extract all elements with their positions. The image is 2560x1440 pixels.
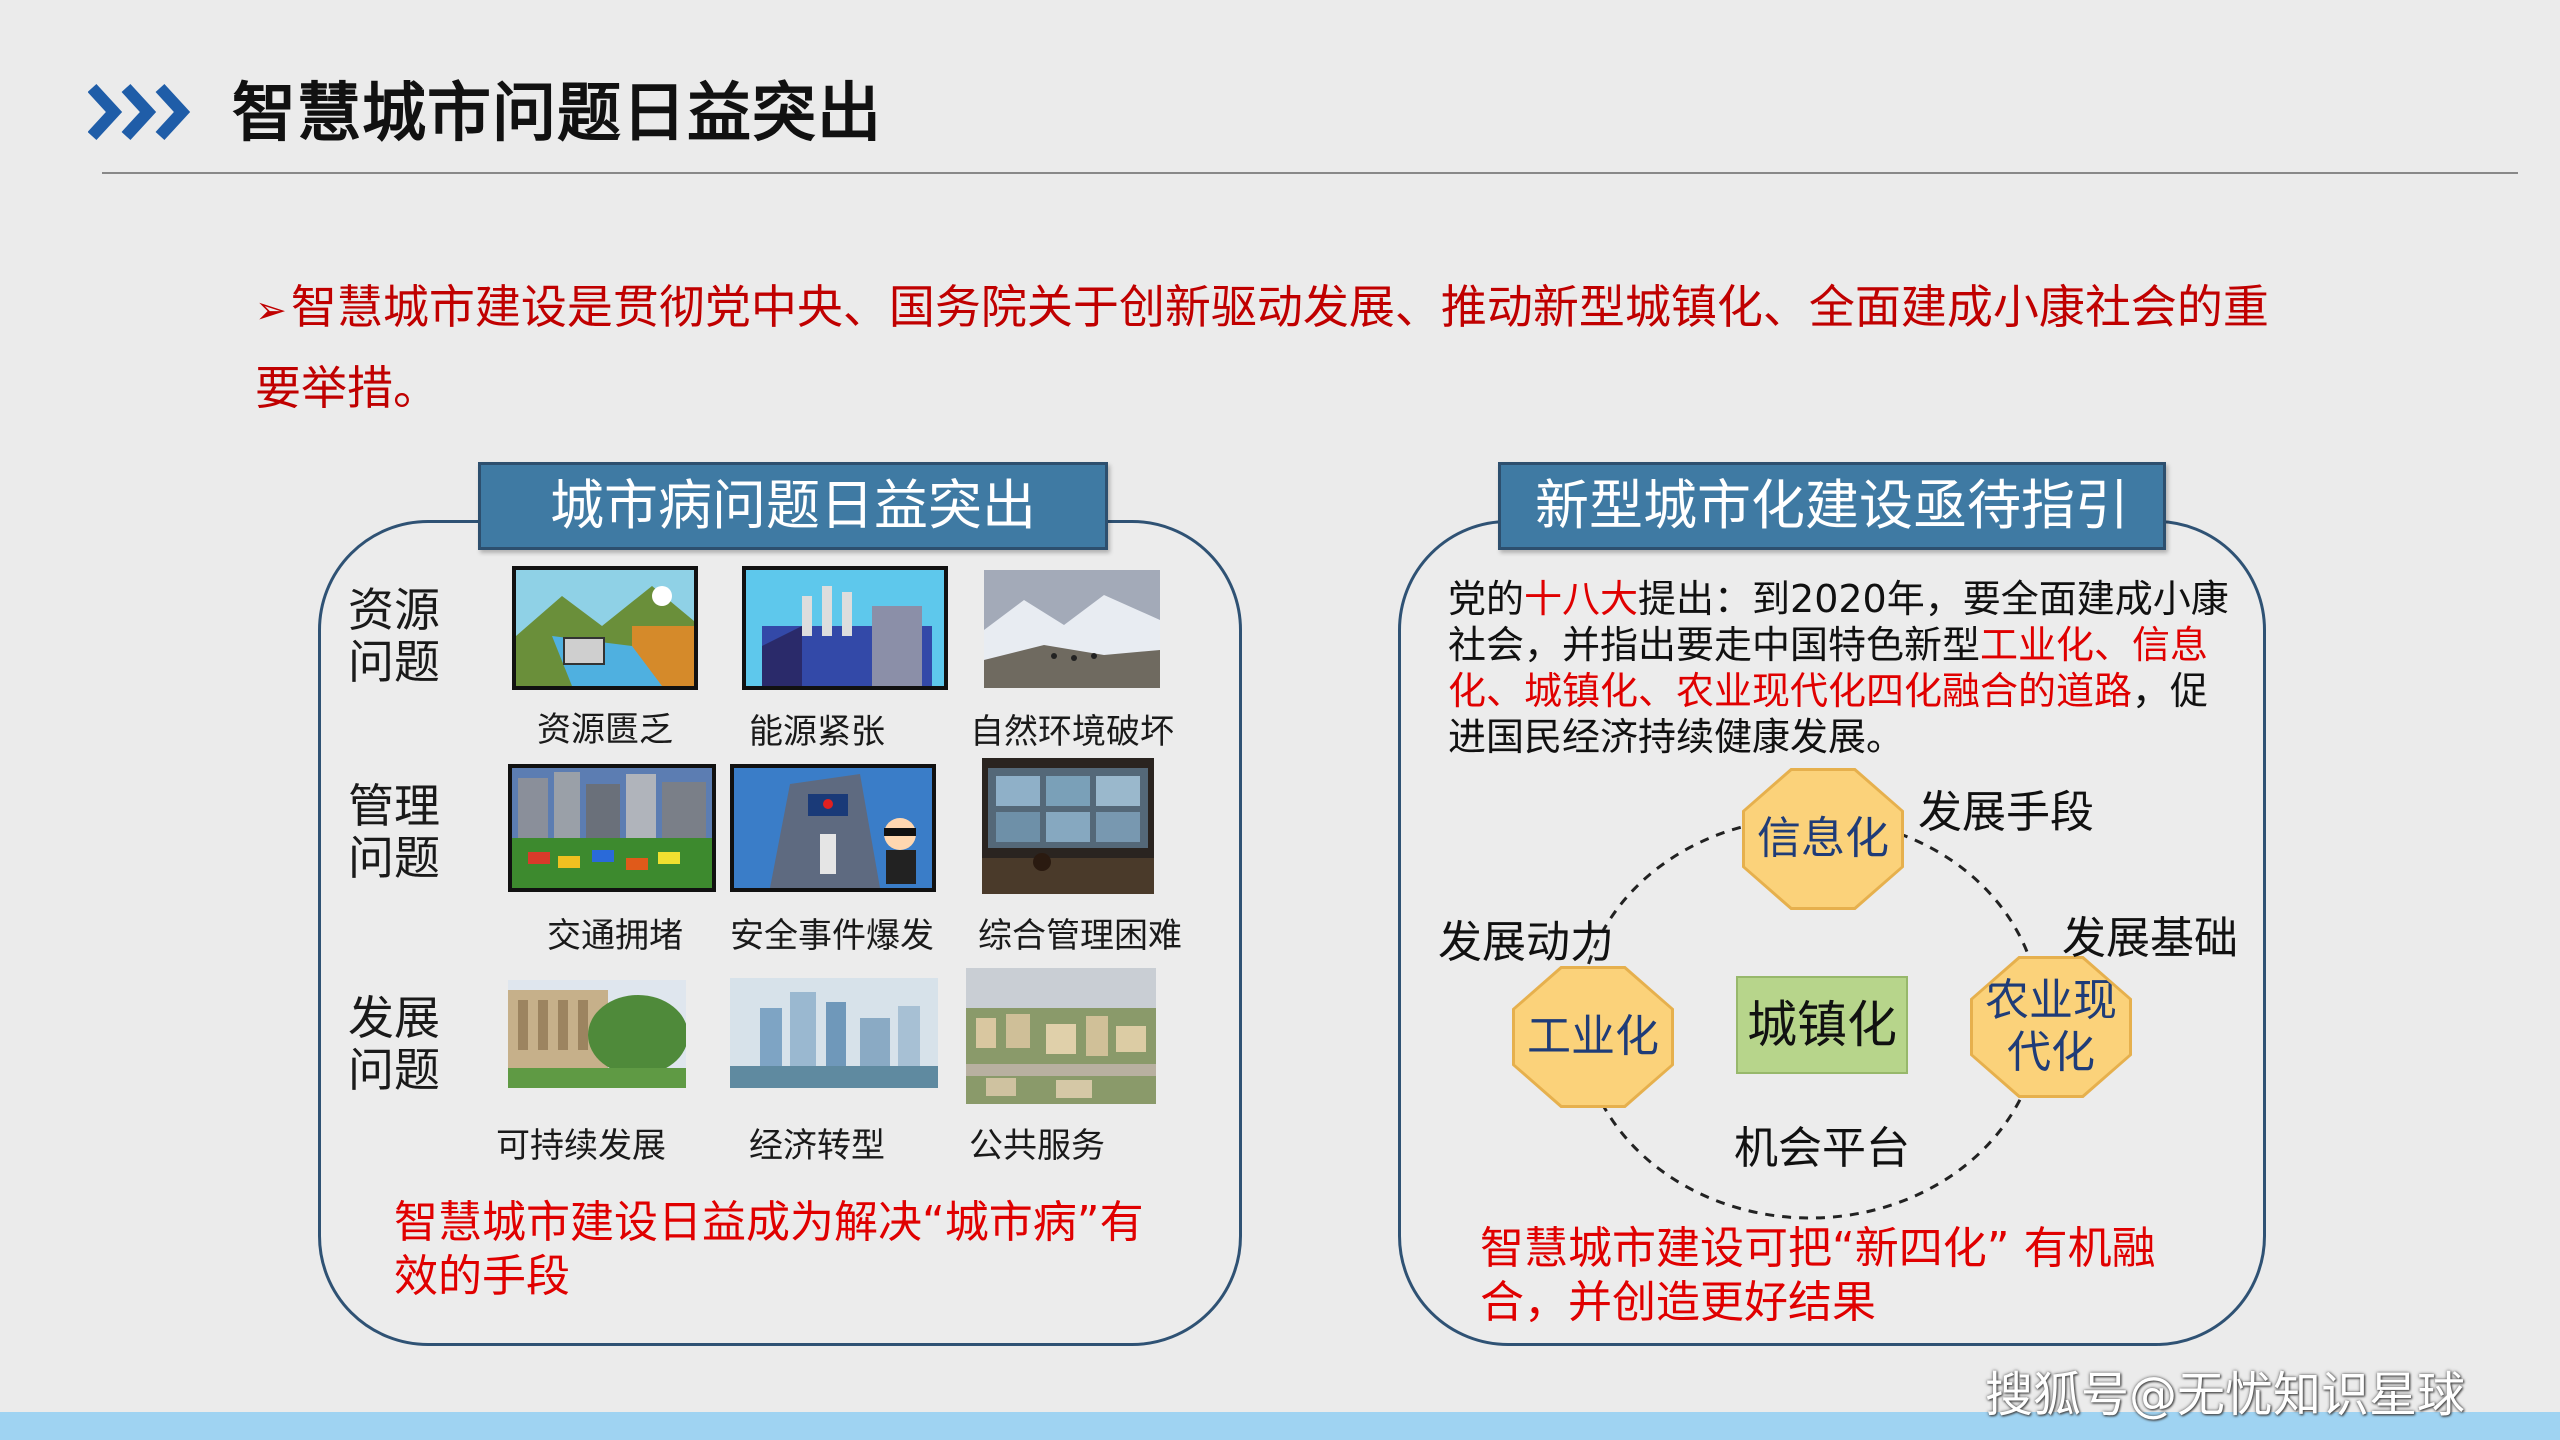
energy-shortage-image <box>742 566 948 690</box>
resource-shortage-image <box>512 566 698 690</box>
caption-management-difficulty: 综合管理困难 <box>978 916 1182 956</box>
node-urbanization: 城镇化 <box>1736 976 1908 1074</box>
chevrons-icon <box>88 83 191 141</box>
label-opportunity-platform: 机会平台 <box>1734 1123 1910 1174</box>
bullet-arrow-icon: ➢ <box>255 288 287 332</box>
security-incident-image <box>730 764 936 892</box>
intro-text: 智慧城市建设是贯彻党中央、国务院关于创新驱动发展、推动新型城镇化、全面建成小康社… <box>255 280 2269 415</box>
traffic-jam-image <box>508 764 716 892</box>
caption-economic-transformation: 经济转型 <box>749 1126 885 1166</box>
label-development-foundation: 发展基础 <box>2062 913 2238 964</box>
caption-public-service: 公共服务 <box>969 1126 1105 1166</box>
page-title: 智慧城市问题日益突出 <box>232 77 882 151</box>
caption-sustainable-development: 可持续发展 <box>496 1126 666 1166</box>
economic-transformation-image <box>730 978 938 1088</box>
node-informatization: 信息化 <box>1745 771 1901 907</box>
watermark: 搜狐号@无忧知识星球 <box>1985 1367 2466 1423</box>
caption-environment-damage: 自然环境破坏 <box>970 712 1174 752</box>
label-development-driver: 发展动力 <box>1438 917 1614 968</box>
environment-damage-image <box>984 570 1160 688</box>
title-divider <box>102 172 2518 174</box>
caption-security-incident: 安全事件爆发 <box>730 916 934 956</box>
right-panel-title: 新型城市化建设亟待指引 <box>1498 462 2166 550</box>
row-label-development: 发展 问题 <box>348 991 440 1097</box>
management-difficulty-image <box>982 758 1154 894</box>
caption-energy-shortage: 能源紧张 <box>749 712 885 752</box>
caption-traffic-jam: 交通拥堵 <box>547 916 683 956</box>
left-panel-title: 城市病问题日益突出 <box>478 462 1108 550</box>
para-highlight-1: 十八大 <box>1524 577 1639 621</box>
caption-resource-shortage: 资源匮乏 <box>537 710 673 750</box>
right-panel-footer: 智慧城市建设可把“新四化” 有机融合，并创造更好结果 <box>1480 1223 2156 1328</box>
node-industrialization: 工业化 <box>1515 969 1671 1105</box>
row-label-resource: 资源 问题 <box>348 583 440 689</box>
row-label-management: 管理 问题 <box>348 779 440 885</box>
public-service-image <box>966 968 1156 1104</box>
left-panel-footer: 智慧城市建设日益成为解决“城市病”有效的手段 <box>394 1197 1144 1302</box>
sustainable-development-image <box>508 980 686 1088</box>
right-panel-paragraph: 党的十八大提出：到2020年，要全面建成小康社会，并指出要走中国特色新型工业化、… <box>1448 576 2238 760</box>
label-development-means: 发展手段 <box>1918 787 2094 838</box>
para-text-1: 党的 <box>1448 577 1525 621</box>
intro-paragraph: ➢智慧城市建设是贯彻党中央、国务院关于创新驱动发展、推动新型城镇化、全面建成小康… <box>255 268 2295 427</box>
